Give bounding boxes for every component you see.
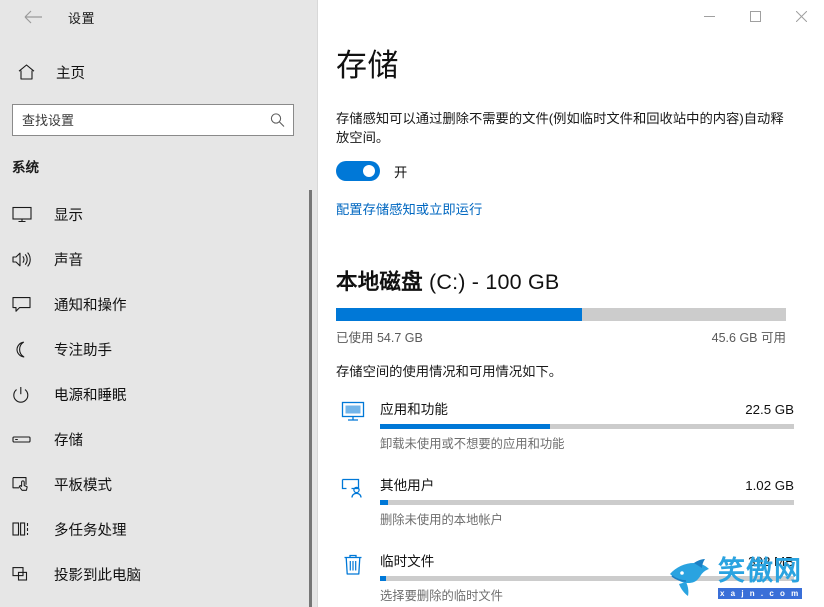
- sidebar-item-label: 存储: [54, 433, 83, 449]
- category-name: 其他用户: [380, 478, 435, 493]
- sidebar-item-tablet-mode[interactable]: 平板模式: [0, 462, 318, 507]
- sidebar-item-focus-assist[interactable]: 专注助手: [0, 327, 318, 372]
- storage-sense-description: 存储感知可以通过删除不需要的文件(例如临时文件和回收站中的内容)自动释放空间。: [336, 111, 784, 145]
- sidebar: 设置 主页 系统: [0, 0, 318, 607]
- sidebar-item-label: 专注助手: [54, 343, 112, 359]
- category-size: 392 MB: [748, 554, 794, 569]
- category-header: 临时文件 392 MB: [380, 550, 794, 570]
- monitor-icon: [12, 204, 42, 226]
- sidebar-item-sound[interactable]: 声音: [0, 237, 318, 282]
- drive-title: 本地磁盘 (C:) - 100 GB: [336, 265, 800, 296]
- category-body: 临时文件 392 MB 选择要删除的临时文件: [370, 550, 794, 604]
- app-title: 设置: [68, 10, 96, 26]
- sidebar-item-multitasking[interactable]: 多任务处理: [0, 507, 318, 552]
- sidebar-item-notifications[interactable]: 通知和操作: [0, 282, 318, 327]
- back-arrow-icon[interactable]: [22, 6, 44, 28]
- category-bar: [380, 424, 794, 429]
- category-body: 应用和功能 22.5 GB 卸载未使用或不想要的应用和功能: [370, 398, 794, 452]
- drive-used-text: 已使用 54.7 GB: [336, 331, 423, 345]
- sidebar-item-label: 投影到此电脑: [54, 568, 141, 584]
- sidebar-item-home[interactable]: 主页: [0, 57, 318, 87]
- storage-category-list: 应用和功能 22.5 GB 卸载未使用或不想要的应用和功能 其他用户 1.02 …: [336, 398, 800, 604]
- sidebar-item-storage[interactable]: 存储: [0, 417, 318, 462]
- category-bar-fill: [380, 500, 389, 505]
- category-header: 应用和功能 22.5 GB: [380, 398, 794, 418]
- search-box[interactable]: [12, 104, 294, 136]
- sidebar-item-label: 电源和睡眠: [54, 388, 127, 404]
- page-title: 存储: [336, 48, 399, 83]
- sidebar-item-power-sleep[interactable]: 电源和睡眠: [0, 372, 318, 417]
- category-size: 22.5 GB: [745, 402, 794, 417]
- drive-name: 本地磁盘: [336, 270, 423, 294]
- usage-note: 存储空间的使用情况和可用情况如下。: [336, 364, 563, 379]
- storage-sense-toggle[interactable]: [336, 161, 380, 181]
- close-button[interactable]: [778, 0, 824, 32]
- category-bar-fill: [380, 576, 387, 581]
- toggle-knob: [363, 165, 375, 177]
- sidebar-item-label: 平板模式: [54, 478, 112, 494]
- sidebar-item-label: 声音: [54, 253, 83, 269]
- sidebar-scrollbar-thumb[interactable]: [309, 190, 312, 607]
- category-size: 1.02 GB: [745, 478, 794, 493]
- moon-icon: [12, 339, 42, 361]
- sidebar-section-title: 系统: [12, 160, 39, 175]
- search-icon[interactable]: [270, 113, 285, 128]
- sidebar-scrollbar[interactable]: [309, 0, 312, 607]
- storage-page: 存储 存储感知可以通过删除不需要的文件(例如临时文件和回收站中的内容)自动释放空…: [318, 0, 824, 607]
- sidebar-titlebar: 设置: [0, 0, 318, 34]
- sidebar-item-label: 多任务处理: [54, 523, 127, 539]
- storage-sense-toggle-row: 开: [336, 161, 800, 181]
- sidebar-item-label: 显示: [54, 208, 83, 224]
- category-name: 临时文件: [380, 554, 435, 569]
- sidebar-nav-list: 显示 声音 通知和操作 专注助手 电源和睡眠 存储 平板模式 多任务处理 投影到…: [0, 192, 318, 597]
- window-controls: [686, 0, 824, 32]
- maximize-button[interactable]: [732, 0, 778, 32]
- trash-icon: [336, 550, 370, 587]
- other-users-icon: [336, 474, 370, 511]
- category-bar: [380, 576, 794, 581]
- power-icon: [12, 384, 42, 406]
- category-subtitle: 选择要删除的临时文件: [380, 589, 503, 603]
- list-item[interactable]: 应用和功能 22.5 GB 卸载未使用或不想要的应用和功能: [336, 398, 800, 452]
- sidebar-item-label: 通知和操作: [54, 298, 127, 314]
- category-name: 应用和功能: [380, 402, 448, 417]
- drive-usage-fill: [336, 308, 583, 321]
- toggle-state-label: 开: [394, 164, 408, 180]
- projecting-icon: [12, 564, 42, 586]
- category-bar: [380, 500, 794, 505]
- configure-storage-sense-link[interactable]: 配置存储感知或立即运行: [336, 199, 482, 218]
- category-subtitle: 卸载未使用或不想要的应用和功能: [380, 437, 565, 451]
- settings-window: 设置 主页 系统: [0, 0, 824, 607]
- category-body: 其他用户 1.02 GB 删除未使用的本地帐户: [370, 474, 794, 528]
- category-header: 其他用户 1.02 GB: [380, 474, 794, 494]
- drive-usage-legend: 已使用 54.7 GB 45.6 GB 可用: [336, 327, 786, 346]
- main-content: 存储 存储感知可以通过删除不需要的文件(例如临时文件和回收站中的内容)自动释放空…: [318, 0, 824, 607]
- category-subtitle: 删除未使用的本地帐户: [380, 513, 503, 527]
- list-item[interactable]: 其他用户 1.02 GB 删除未使用的本地帐户: [336, 474, 800, 528]
- minimize-button[interactable]: [686, 0, 732, 32]
- search-input[interactable]: [13, 105, 293, 135]
- apps-monitor-icon: [336, 398, 370, 435]
- list-item[interactable]: 临时文件 392 MB 选择要删除的临时文件: [336, 550, 800, 604]
- speaker-icon: [12, 249, 42, 271]
- category-bar-fill: [380, 424, 550, 429]
- drive-free-text: 45.6 GB 可用: [711, 331, 786, 345]
- storage-icon: [12, 429, 42, 451]
- drive-usage-bar: [336, 308, 786, 321]
- tablet-mode-icon: [12, 474, 42, 496]
- notification-icon: [12, 294, 42, 316]
- drive-label: (C:) - 100 GB: [429, 270, 560, 294]
- home-icon: [12, 61, 40, 83]
- multitasking-icon: [12, 519, 42, 541]
- sidebar-home-label: 主页: [56, 65, 85, 82]
- sidebar-item-projecting[interactable]: 投影到此电脑: [0, 552, 318, 597]
- sidebar-item-display[interactable]: 显示: [0, 192, 318, 237]
